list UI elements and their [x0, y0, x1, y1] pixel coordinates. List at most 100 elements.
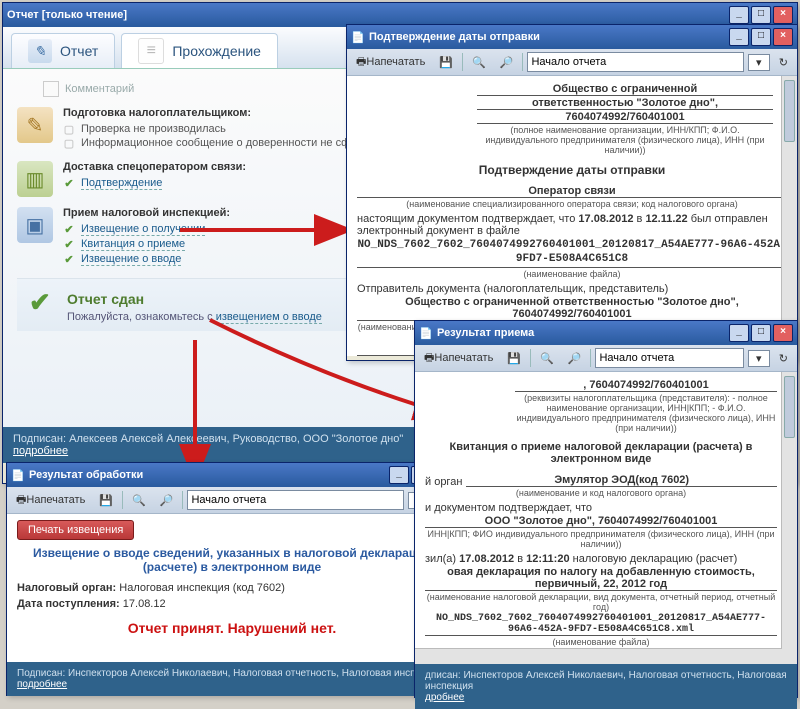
tab-report-label: Отчет — [60, 43, 98, 59]
minimize-button[interactable]: _ — [729, 6, 749, 24]
save-button[interactable]: 💾 — [94, 492, 118, 509]
link-acceptance-receipt[interactable]: Квитанция о приеме — [81, 238, 185, 251]
status-sub-pre: Пожалуйста, ознакомьтесь с — [67, 311, 216, 323]
refresh-button[interactable]: ↻ — [774, 54, 793, 71]
search-dropdown[interactable]: ▾ — [748, 350, 770, 367]
subm-in: в — [514, 553, 526, 565]
refresh-button[interactable]: ↻ — [774, 350, 793, 367]
minimize-button[interactable]: _ — [389, 466, 409, 484]
footer-more-link[interactable]: подробнее — [13, 445, 68, 457]
tab-progress[interactable]: Прохождение — [121, 33, 278, 68]
check-icon: ✔ — [63, 254, 75, 266]
prep-l2: Информационное сообщение о доверенности … — [81, 137, 350, 149]
maximize-button[interactable]: □ — [751, 324, 771, 342]
check-icon: ✔ — [63, 178, 75, 190]
search-dropdown[interactable]: ▾ — [748, 54, 770, 71]
zoom-in-button[interactable]: 🔍 — [127, 492, 151, 509]
zoom-out-button[interactable]: 🔎 — [563, 350, 587, 367]
status-sub-link[interactable]: извещением о вводе — [216, 311, 322, 324]
proc-footer-signed-by: Инспекторов Алексей Николаевич, Налогова… — [68, 668, 442, 679]
confirm-titlebar[interactable]: 📄 Подтверждение даты отправки _ □ × — [347, 25, 797, 49]
org-line3: 7604074992/760401001 — [477, 111, 773, 124]
close-button[interactable]: × — [773, 6, 793, 24]
minimize-button[interactable]: _ — [729, 324, 749, 342]
proc-heading-l1: Извещение о вводе сведений, указанных в … — [17, 546, 447, 560]
maximize-button[interactable]: □ — [751, 6, 771, 24]
office-value: Эмулятор ЭОД(код 7602) — [466, 474, 777, 487]
vertical-scrollbar[interactable] — [781, 76, 797, 356]
confirm-text: и документом подтверждает, что — [425, 502, 777, 514]
search-input[interactable] — [527, 52, 743, 72]
prep-l1: Проверка не производилась — [81, 123, 226, 135]
submitted-line: зил(а) 17.08.2012 в 12:11:20 налоговую д… — [425, 553, 777, 565]
link-confirmation[interactable]: Подтверждение — [81, 177, 162, 190]
rcpt-footer-more[interactable]: дробнее — [425, 692, 464, 703]
date-val: 17.08.12 — [123, 598, 166, 610]
save-button[interactable]: 💾 — [502, 350, 526, 367]
office-label: й орган — [425, 476, 462, 488]
link-input-advice[interactable]: Извещение о вводе — [81, 253, 181, 266]
link-receipt-advice[interactable]: Извещение о получении — [81, 223, 205, 236]
close-button[interactable]: × — [773, 324, 793, 342]
subm-post: налоговую декларацию (расчет) — [570, 553, 738, 565]
body-date: 17.08.2012 — [578, 213, 633, 225]
file-value: NO_NDS_7602_7602_7604074992760401001_201… — [425, 613, 777, 636]
receipt-titlebar[interactable]: 📄 Результат приема _ □ × — [415, 321, 797, 345]
maximize-button[interactable]: □ — [751, 28, 771, 46]
sec-recv-title: Прием налоговой инспекцией: — [63, 207, 230, 219]
org-note: (полное наименование организации, ИНН/КП… — [477, 125, 773, 155]
check-icon: ✔ — [63, 239, 75, 251]
body-time: 12.11.22 — [645, 213, 687, 225]
rcpt-footer-signed-label: дписан: — [425, 670, 461, 681]
doc-icon: 📄 — [419, 326, 433, 340]
search-input[interactable] — [595, 348, 743, 368]
confirm-title: Подтверждение даты отправки — [369, 31, 729, 43]
doc-icon: 📄 — [11, 468, 25, 482]
zoom-out-button[interactable]: 🔎 — [495, 54, 519, 71]
payer-note: ИНН|КПП; ФИО индивидуального предпринима… — [425, 529, 777, 549]
close-button[interactable]: × — [773, 28, 793, 46]
confirm-body: настоящим документом подтверждает, что 1… — [357, 213, 787, 237]
org-line1: Общество с ограниченной — [477, 83, 773, 96]
proc-heading-l2: (расчете) в электронном виде — [17, 560, 447, 574]
big-check-icon: ✔ — [29, 287, 51, 318]
tab-report[interactable]: Отчет — [11, 33, 115, 68]
print-label: Напечатать — [434, 352, 493, 364]
report-icon — [28, 39, 52, 63]
search-input[interactable] — [187, 490, 403, 510]
date-label: Дата поступления: — [17, 598, 123, 610]
vertical-scrollbar[interactable] — [781, 372, 797, 664]
print-label: Напечатать — [366, 56, 425, 68]
prep-icon: ✎ — [17, 107, 53, 143]
rcpt-footer-signed-by: Инспекторов Алексей Николаевич, Налогова… — [425, 670, 787, 692]
zoom-in-button[interactable]: 🔍 — [535, 350, 559, 367]
proc-title: Результат обработки — [29, 469, 389, 481]
proc-footer-signed-label: Подписан: — [17, 668, 65, 679]
operator-note: (наименование специализированного операт… — [357, 199, 787, 209]
sender-value: Общество с ограниченной ответственностью… — [357, 296, 787, 321]
payer-value: ООО "Золотое дно", 7604074992/760401001 — [425, 515, 777, 528]
receive-icon: ▣ — [17, 207, 53, 243]
org-line2: ответственностью "Золотое дно", — [477, 97, 773, 110]
minimize-button[interactable]: _ — [729, 28, 749, 46]
receipt-title: Результат приема — [437, 327, 729, 339]
proc-footer-more[interactable]: подробнее — [17, 679, 67, 690]
report-title: Отчет [только чтение] — [7, 9, 729, 21]
rcpt-heading: Квитанция о приеме налоговой декларации … — [425, 441, 777, 465]
check-icon: ✔ — [63, 224, 75, 236]
print-button[interactable]: 🖶 Напечатать — [419, 347, 498, 370]
filename-note: (наименование файла) — [357, 269, 787, 279]
result-message: Отчет принят. Нарушений нет. — [17, 620, 447, 636]
print-advice-button[interactable]: Печать извещения — [17, 520, 134, 540]
proc-titlebar[interactable]: 📄 Результат обработки _ □ × — [7, 463, 457, 487]
zoom-in-button[interactable]: 🔍 — [467, 54, 491, 71]
progress-icon — [138, 38, 164, 64]
print-button[interactable]: 🖶 Напечатать — [351, 51, 430, 74]
office-note: (наименование и код налогового органа) — [425, 488, 777, 498]
horizontal-scrollbar[interactable] — [415, 648, 782, 664]
subm-time: 12:11:20 — [526, 553, 569, 565]
zoom-out-button[interactable]: 🔎 — [155, 492, 179, 509]
comment-icon — [43, 81, 59, 97]
print-button[interactable]: 🖶 Напечатать — [11, 489, 90, 512]
save-button[interactable]: 💾 — [434, 54, 458, 71]
